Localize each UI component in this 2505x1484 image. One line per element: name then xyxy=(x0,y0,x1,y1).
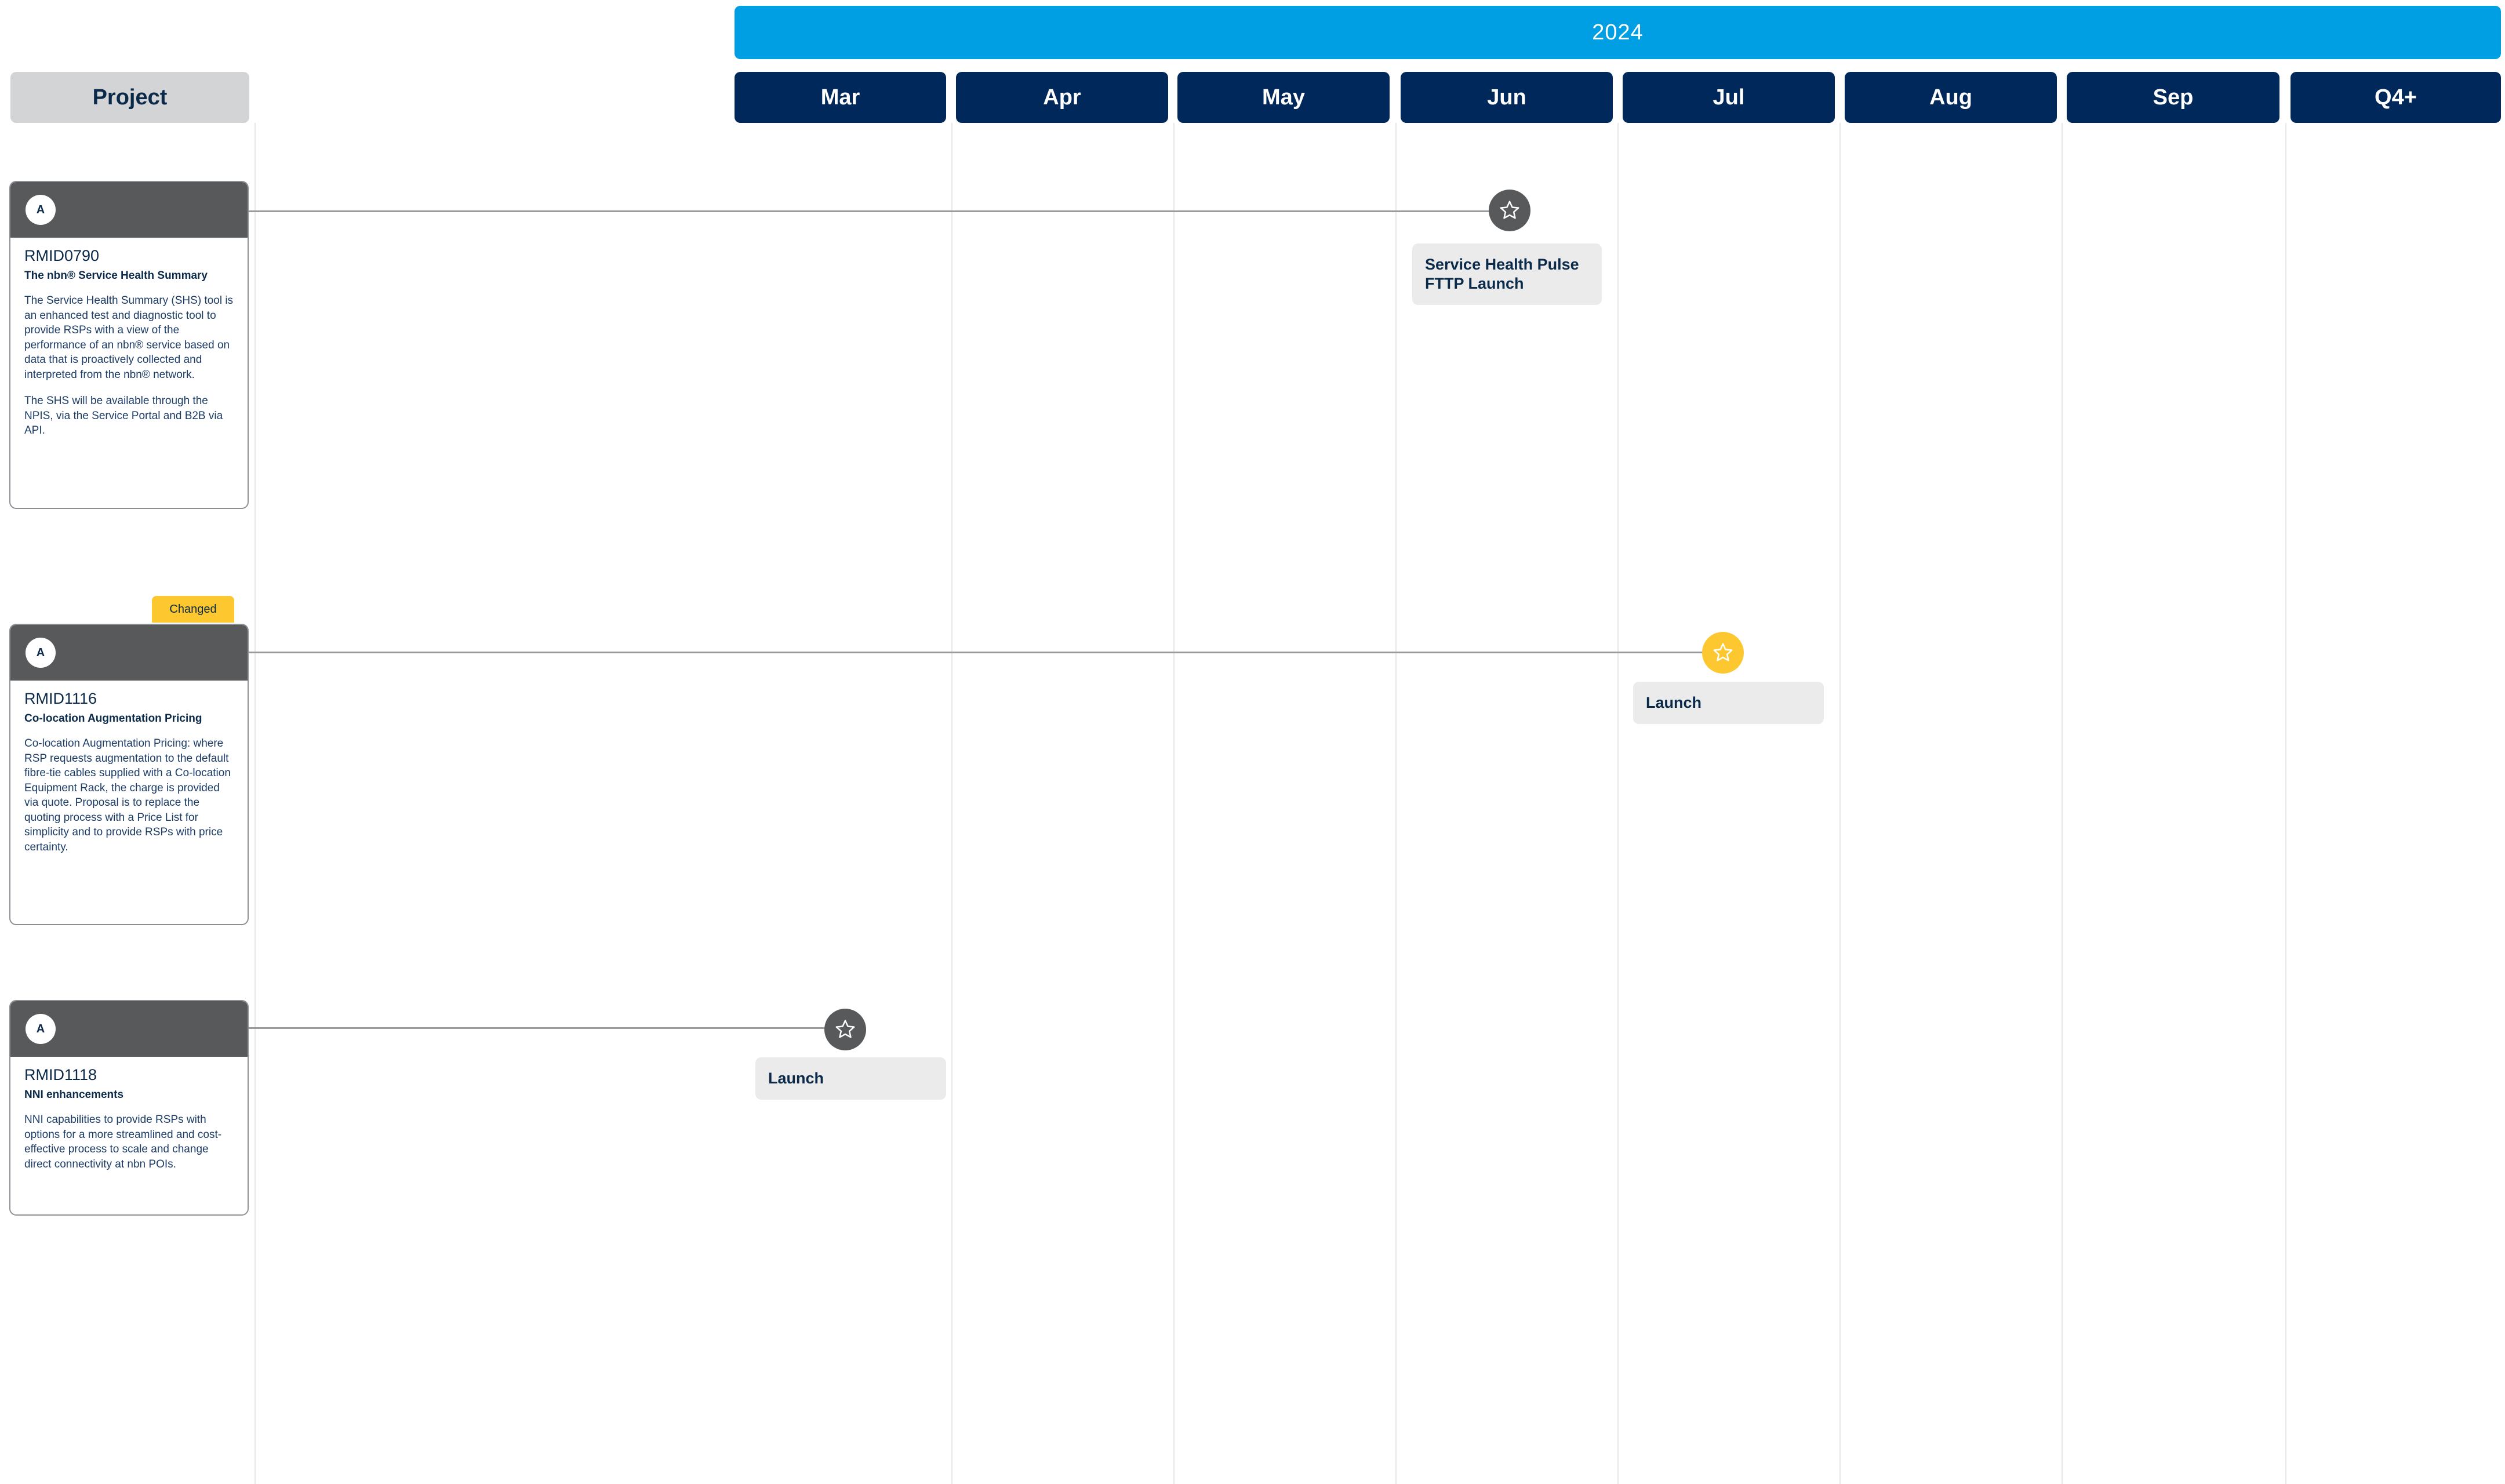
project-id: RMID1118 xyxy=(24,1066,97,1083)
grid-line xyxy=(1617,123,1619,1484)
grid-line xyxy=(1173,123,1175,1484)
project-card: A RMID0790 The nbn® Service Health Summa… xyxy=(9,181,249,509)
project-description: The Service Health Summary (SHS) tool is… xyxy=(24,294,234,381)
project-description: Co-location Augmentation Pricing: where … xyxy=(24,737,231,853)
project-card-header: A xyxy=(10,1001,248,1057)
grid-line xyxy=(1839,123,1841,1484)
grid-line xyxy=(951,123,952,1484)
project-title: NNI enhancements xyxy=(24,1089,124,1101)
project-badge: A xyxy=(26,1014,56,1044)
milestone-label[interactable]: Service Health Pulse FTTP Launch xyxy=(1412,243,1602,305)
project-card: A RMID1116 Co-location Augmentation Pric… xyxy=(9,624,249,925)
project-card-header: A xyxy=(10,182,248,238)
project-title: The nbn® Service Health Summary xyxy=(24,270,208,282)
year-header: 2024 xyxy=(735,6,2501,59)
project-badge: A xyxy=(26,638,56,668)
project-id: RMID0790 xyxy=(24,247,100,264)
milestone-marker[interactable] xyxy=(1489,190,1530,231)
star-icon xyxy=(1713,643,1733,661)
milestone-label[interactable]: Launch xyxy=(1633,682,1824,724)
project-badge: A xyxy=(26,195,56,225)
month-header-aug: Aug xyxy=(1845,72,2057,123)
project-card-header: A xyxy=(10,625,248,681)
grid-line xyxy=(1395,123,1397,1484)
project-title: Co-location Augmentation Pricing xyxy=(24,712,202,725)
month-header-apr: Apr xyxy=(956,72,1168,123)
month-header-mar: Mar xyxy=(735,72,946,123)
project-column-header: Project xyxy=(10,72,249,123)
project-description: The SHS will be available through the NP… xyxy=(24,395,223,437)
month-header-may: May xyxy=(1177,72,1390,123)
timeline-connector xyxy=(249,652,1723,653)
timeline-connector xyxy=(249,1027,845,1029)
month-header-sep: Sep xyxy=(2067,72,2279,123)
month-header-jun: Jun xyxy=(1401,72,1613,123)
changed-tag: Changed xyxy=(152,596,234,623)
milestone-marker[interactable] xyxy=(824,1009,866,1050)
project-description: NNI capabilities to provide RSPs with op… xyxy=(24,1114,222,1170)
month-header-jul: Jul xyxy=(1623,72,1835,123)
month-header-q4: Q4+ xyxy=(2291,72,2501,123)
timeline-connector xyxy=(249,210,1510,212)
star-icon xyxy=(835,1020,855,1038)
milestone-marker-changed[interactable] xyxy=(1702,632,1744,674)
grid-line xyxy=(255,123,256,1484)
star-icon xyxy=(1500,201,1519,219)
project-card: A RMID1118 NNI enhancements NNI capabili… xyxy=(9,1000,249,1216)
grid-line xyxy=(2062,123,2063,1484)
project-id: RMID1116 xyxy=(24,690,97,707)
milestone-label[interactable]: Launch xyxy=(755,1057,946,1100)
grid-line xyxy=(2285,123,2286,1484)
